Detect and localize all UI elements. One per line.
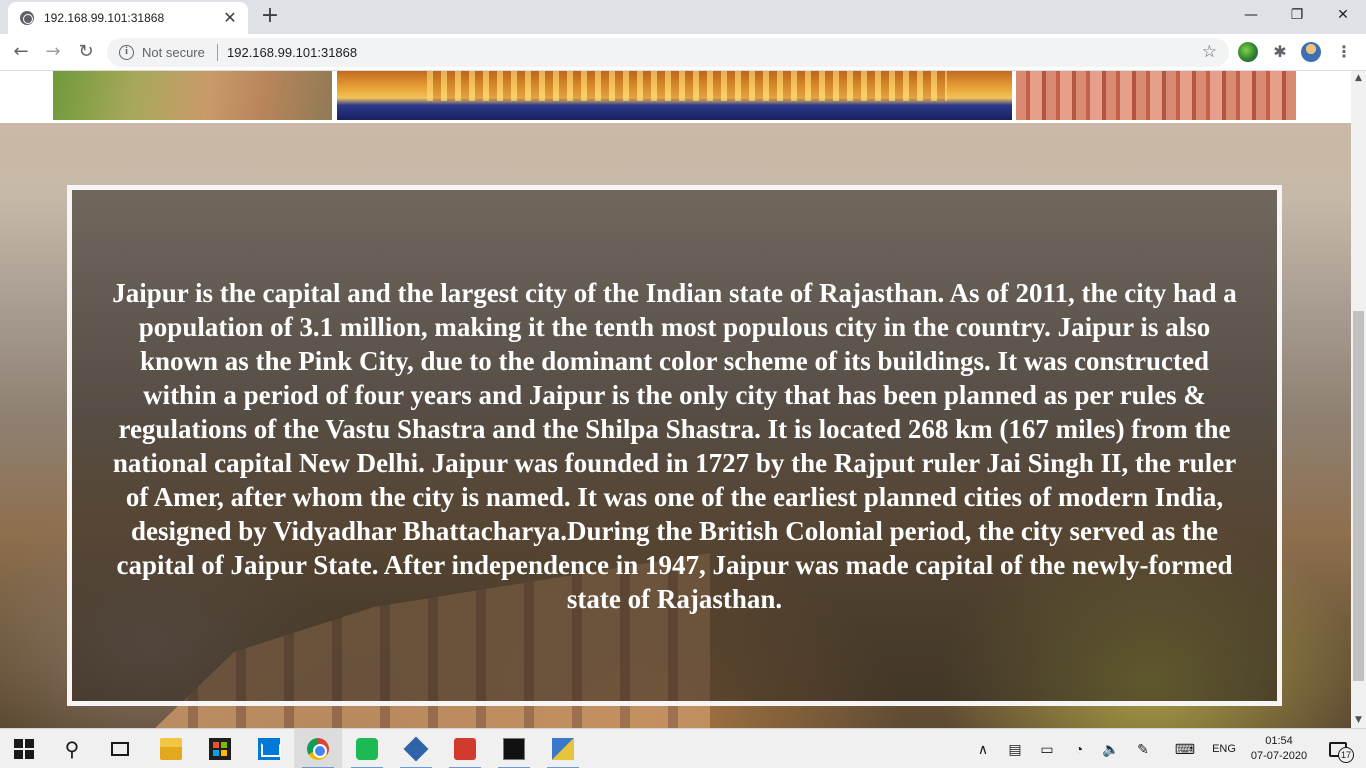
restore-window-button[interactable]: ❐ bbox=[1274, 0, 1320, 30]
clock-date: 07-07-2020 bbox=[1250, 750, 1308, 762]
close-window-button[interactable]: ✕ bbox=[1320, 0, 1366, 30]
security-status[interactable]: Not secure bbox=[142, 45, 205, 60]
chrome-icon bbox=[307, 738, 329, 760]
taskbar-red-app[interactable] bbox=[441, 729, 489, 768]
taskbar-file-explorer[interactable] bbox=[147, 729, 195, 768]
browser-tab-bar: 192.168.99.101:31868 ✕ + — ❐ ✕ bbox=[0, 0, 1366, 34]
network-app-icon bbox=[552, 738, 574, 760]
bookmark-star-icon[interactable]: ☆ bbox=[1202, 42, 1217, 62]
info-icon[interactable]: i bbox=[119, 45, 134, 60]
search-button[interactable]: ⚲ bbox=[48, 729, 96, 768]
store-icon bbox=[209, 738, 231, 760]
extension-globe-icon[interactable] bbox=[1238, 42, 1258, 62]
pen-icon[interactable]: ✎ bbox=[1128, 729, 1158, 768]
browser-menu-icon[interactable]: ⋮ bbox=[1334, 42, 1354, 62]
scroll-up-arrow-icon[interactable]: ▲ bbox=[1351, 71, 1366, 86]
battery-icon[interactable]: ▭ bbox=[1032, 729, 1062, 768]
taskbar-chrome[interactable] bbox=[294, 729, 342, 768]
task-view-icon bbox=[111, 742, 129, 756]
hero-background-image: Jaipur is the capital and the largest ci… bbox=[0, 123, 1351, 728]
tray-device-icon[interactable]: ▤ bbox=[1000, 729, 1030, 768]
mail-icon bbox=[258, 738, 281, 760]
address-bar[interactable]: i Not secure 192.168.99.101:31868 ☆ bbox=[107, 38, 1229, 67]
system-clock[interactable]: 01:54 07-07-2020 bbox=[1248, 729, 1310, 768]
start-button[interactable] bbox=[0, 729, 48, 768]
new-tab-button[interactable]: + bbox=[258, 4, 282, 28]
windows-logo-icon bbox=[14, 739, 34, 759]
city-description: Jaipur is the capital and the largest ci… bbox=[112, 277, 1237, 614]
show-hidden-icons-button[interactable]: ∧ bbox=[972, 729, 994, 768]
page-viewport: Jaipur is the capital and the largest ci… bbox=[0, 71, 1351, 728]
taskbar-mail[interactable] bbox=[245, 729, 293, 768]
notification-icon: 17 bbox=[1329, 741, 1354, 763]
task-view-button[interactable] bbox=[96, 729, 144, 768]
action-center-button[interactable]: 17 bbox=[1318, 729, 1358, 768]
search-icon: ⚲ bbox=[64, 737, 80, 761]
globe-icon bbox=[20, 11, 34, 25]
folder-icon bbox=[160, 738, 182, 760]
wifi-icon[interactable]: ◔ bbox=[1064, 729, 1094, 768]
clock-time: 01:54 bbox=[1265, 735, 1293, 747]
gallery-image-fort-path bbox=[53, 71, 332, 120]
notification-count-badge: 17 bbox=[1338, 746, 1354, 763]
profile-avatar[interactable] bbox=[1301, 42, 1321, 62]
scroll-down-arrow-icon[interactable]: ▼ bbox=[1351, 713, 1366, 728]
taskbar-virtualbox[interactable] bbox=[392, 729, 440, 768]
terminal-icon bbox=[503, 738, 525, 760]
back-button[interactable]: ← bbox=[9, 40, 33, 64]
browser-toolbar: ← → ↻ i Not secure 192.168.99.101:31868 … bbox=[0, 34, 1366, 71]
gallery-image-hawa-mahal bbox=[1016, 71, 1296, 120]
input-language[interactable]: ENG bbox=[1208, 729, 1240, 768]
image-gallery-strip bbox=[0, 71, 1351, 123]
volume-icon[interactable]: 🔈 bbox=[1096, 729, 1126, 768]
touch-keyboard-icon[interactable]: ⌨ bbox=[1170, 729, 1200, 768]
reload-button[interactable]: ↻ bbox=[74, 40, 98, 64]
taskbar-network-app[interactable] bbox=[539, 729, 587, 768]
gallery-image-palace-night bbox=[337, 71, 1012, 120]
red-app-icon bbox=[454, 738, 476, 760]
scrollbar-thumb[interactable] bbox=[1353, 311, 1364, 681]
taskbar-store[interactable] bbox=[196, 729, 244, 768]
virtualbox-icon bbox=[403, 736, 429, 762]
extensions-puzzle-icon[interactable]: ✱ bbox=[1270, 42, 1290, 62]
taskbar-terminal[interactable] bbox=[490, 729, 538, 768]
close-tab-icon[interactable]: ✕ bbox=[220, 8, 240, 28]
forward-button[interactable]: → bbox=[41, 40, 65, 64]
taskbar-spotify[interactable] bbox=[343, 729, 391, 768]
url-text[interactable]: 192.168.99.101:31868 bbox=[227, 45, 357, 60]
spotify-icon bbox=[356, 738, 378, 760]
windows-taskbar: ⚲ ∧ ▤ ▭ ◔ 🔈 ✎ ⌨ ENG 01:54 07-07-2020 17 bbox=[0, 728, 1366, 768]
omnibox-divider bbox=[217, 44, 218, 61]
minimize-window-button[interactable]: — bbox=[1228, 0, 1274, 30]
browser-tab[interactable]: 192.168.99.101:31868 ✕ bbox=[8, 2, 248, 34]
description-box: Jaipur is the capital and the largest ci… bbox=[67, 185, 1282, 706]
tab-title: 192.168.99.101:31868 bbox=[44, 11, 165, 25]
page-scrollbar[interactable]: ▲ ▼ bbox=[1351, 71, 1366, 728]
